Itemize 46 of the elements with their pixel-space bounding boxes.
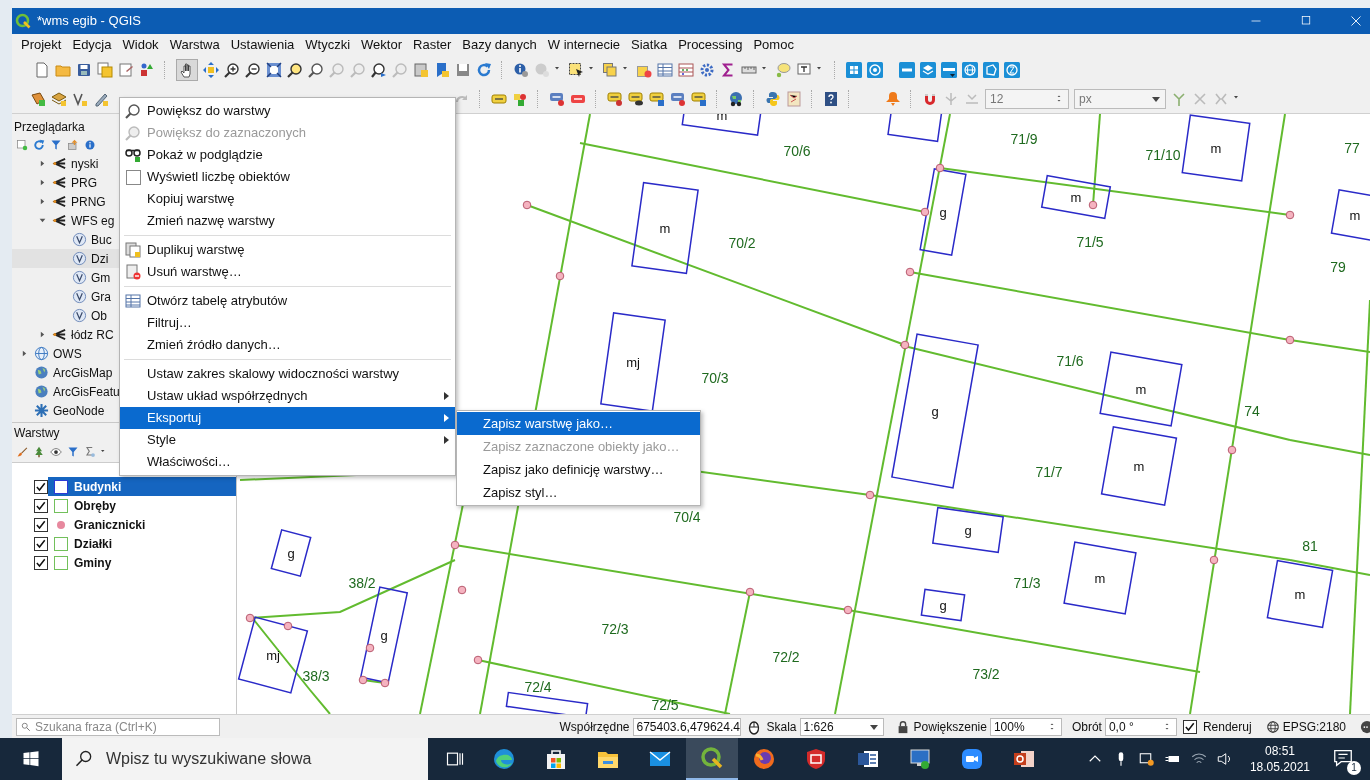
parcel-number: 71/3 — [1013, 575, 1041, 591]
building-label: m — [1210, 141, 1222, 156]
parcel-number: 74 — [1244, 403, 1260, 419]
building-label: g — [931, 404, 939, 419]
field-label: Skala — [766, 718, 797, 736]
panel-title: Warstwy — [13, 425, 60, 442]
parcel-number: 77 — [1344, 140, 1360, 156]
parcel-number: 81 — [1302, 538, 1318, 554]
building-label: m — [1133, 459, 1145, 474]
parcel-number: 71/9 — [1010, 131, 1038, 147]
building-label: g — [939, 205, 947, 220]
building-label: g — [380, 628, 388, 643]
parcel-number: 71/10 — [1145, 147, 1181, 163]
window-title: *wms egib - QGIS — [37, 12, 142, 31]
parcel-number: 70/3 — [701, 370, 729, 386]
field-label: Powiększenie — [913, 718, 987, 736]
building-label: g — [939, 598, 947, 613]
building-label: m — [1294, 587, 1306, 602]
parcel-number: 72/2 — [772, 649, 800, 665]
parcel-number: 71/7 — [1035, 464, 1063, 480]
parcel-number: 71/5 — [1076, 234, 1104, 250]
parcel-number: 70/6 — [783, 143, 811, 159]
building-label: mj — [626, 355, 640, 370]
building-label: g — [964, 523, 972, 538]
parcel-number: 70/2 — [728, 235, 756, 251]
parcel-number: 72/3 — [601, 621, 629, 637]
parcel-number: 72/4 — [524, 679, 552, 695]
parcel-number: 71/6 — [1056, 353, 1084, 369]
parcel-number: 72/5 — [651, 697, 679, 713]
building-label: m — [1094, 571, 1106, 586]
building-label: m — [1135, 382, 1147, 397]
field-label: Obrót — [1071, 718, 1102, 736]
parcel-number: 38/3 — [302, 668, 330, 684]
parcel-number: 70/4 — [673, 509, 701, 525]
building-label: g — [287, 546, 295, 561]
panel-title: Przeglądarka — [13, 119, 85, 136]
parcel-number: 79 — [1330, 259, 1346, 275]
parcel-number: 73/2 — [972, 666, 1000, 682]
building-label: m — [659, 221, 671, 236]
building-label: m — [1349, 208, 1361, 223]
checkbox-label: Renderuj — [1202, 718, 1252, 736]
notification-badge: 1 — [1347, 761, 1361, 775]
parcel-number: 38/2 — [348, 575, 376, 591]
field-label: Współrzędne — [559, 718, 630, 736]
building-label: mj — [266, 648, 280, 663]
building-label: m — [1070, 190, 1082, 205]
